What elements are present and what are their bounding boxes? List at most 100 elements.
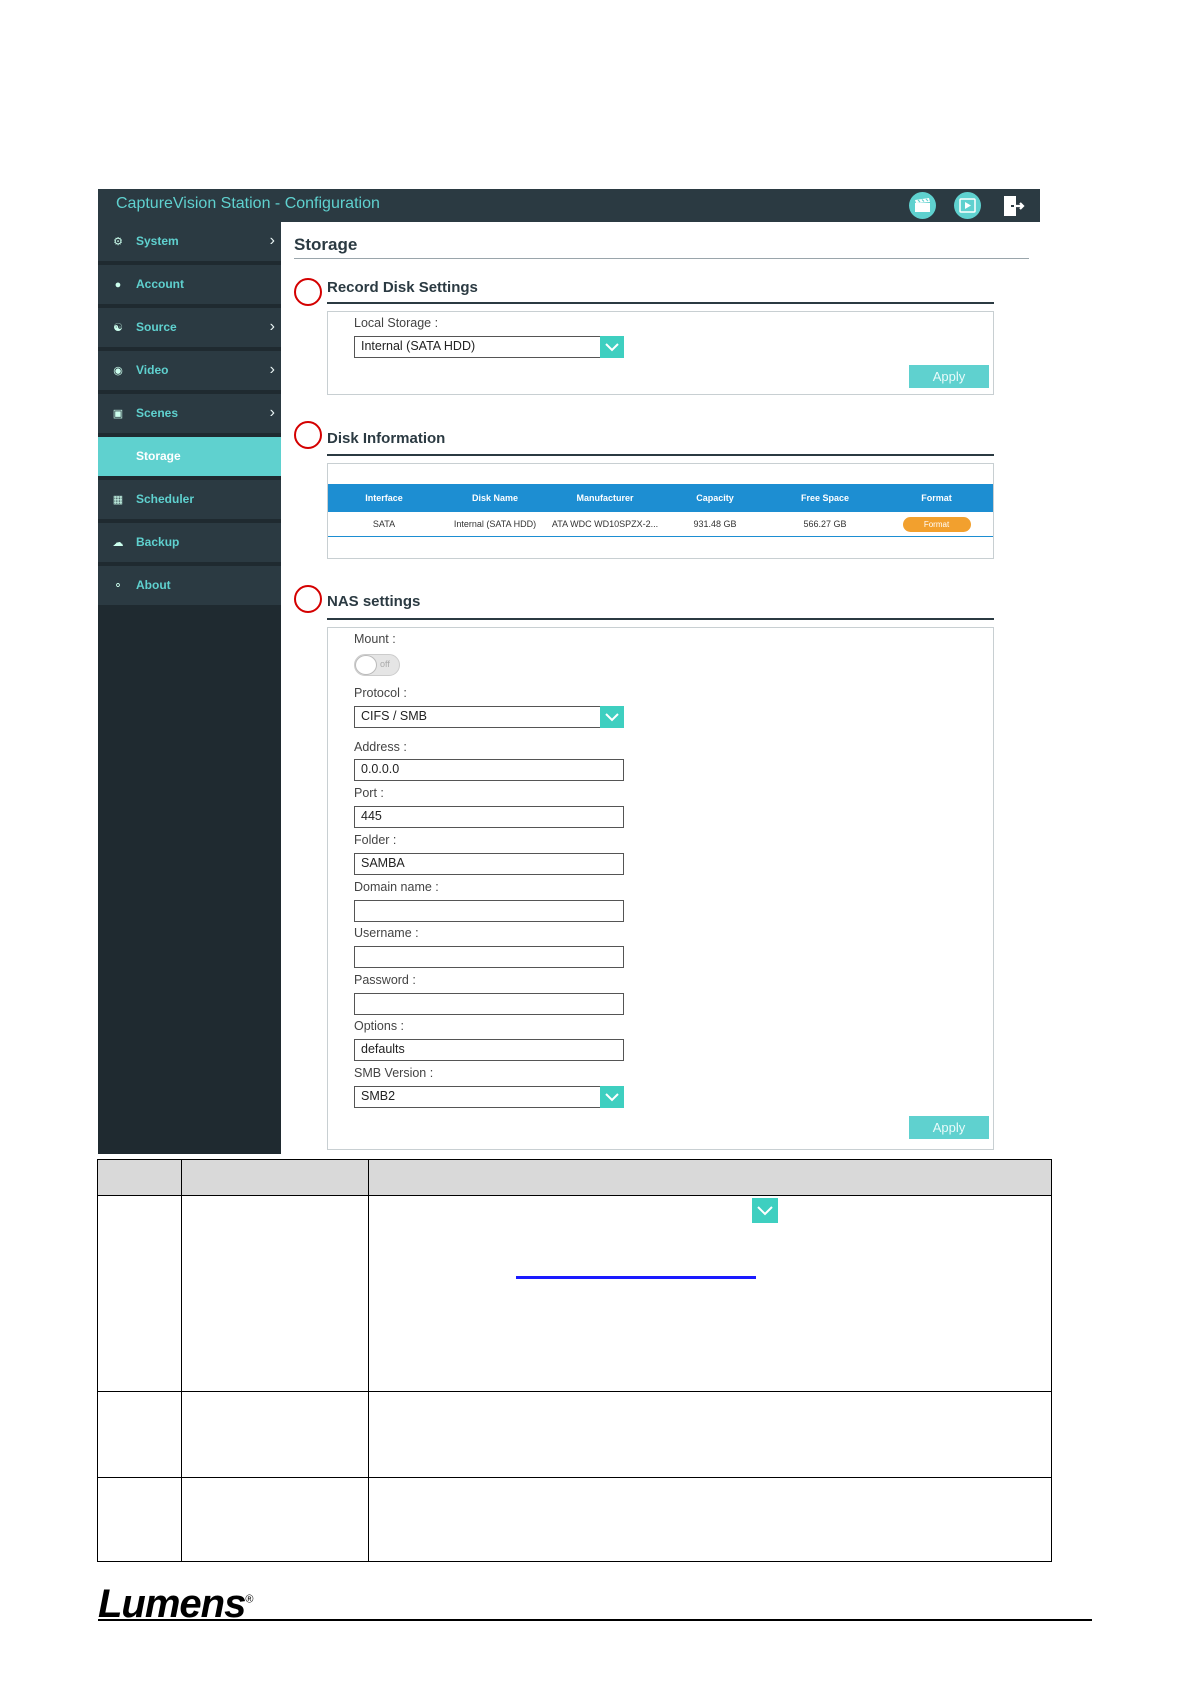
- column-header: Manufacturer: [550, 484, 660, 512]
- smb-version-value: SMB2: [361, 1089, 396, 1103]
- app-title: CaptureVision Station - Configuration: [116, 195, 380, 212]
- folder-input[interactable]: SAMBA: [354, 853, 624, 875]
- format-button[interactable]: Format: [902, 516, 971, 532]
- table-header-row: Interface Disk Name Manufacturer Capacit…: [328, 484, 993, 512]
- column-header: Free Space: [770, 484, 880, 512]
- toggle-knob: [355, 655, 377, 675]
- table-header-row: [98, 1160, 1051, 1196]
- table-row: SATA Internal (SATA HDD) ATA WDC WD10SPZ…: [328, 512, 993, 537]
- gear-icon: ⚙: [113, 236, 123, 248]
- link-underline[interactable]: [516, 1276, 756, 1279]
- chevron-down-icon[interactable]: [600, 706, 624, 728]
- address-label: Address :: [354, 740, 407, 754]
- clapperboard-icon[interactable]: [909, 192, 936, 219]
- chat-icon: ⚬: [113, 580, 123, 592]
- app-window: CaptureVision Station - Configuration ⚙ …: [98, 189, 1040, 1154]
- sidebar-item-storage[interactable]: Storage: [98, 437, 281, 478]
- local-storage-select[interactable]: Internal (SATA HDD): [354, 336, 624, 358]
- row-divider: [98, 1477, 1051, 1478]
- chevron-right-icon: ›: [269, 232, 275, 249]
- disk-information-panel: Interface Disk Name Manufacturer Capacit…: [327, 463, 994, 559]
- section-divider: [327, 302, 994, 304]
- password-input[interactable]: [354, 993, 624, 1015]
- protocol-select[interactable]: CIFS / SMB: [354, 706, 624, 728]
- section-divider: [327, 618, 994, 620]
- sidebar-item-label: About: [136, 578, 171, 592]
- layout-icon: ▣: [112, 408, 124, 420]
- record-icon: ◉: [113, 365, 123, 377]
- sidebar-item-label: Source: [136, 320, 177, 334]
- options-input[interactable]: defaults: [354, 1039, 624, 1061]
- record-disk-heading: Record Disk Settings: [327, 279, 478, 296]
- sidebar-item-backup[interactable]: ☁ Backup: [98, 523, 281, 564]
- disk-information-heading: Disk Information: [327, 430, 446, 447]
- protocol-label: Protocol :: [354, 686, 407, 700]
- footer-rule: [98, 1619, 1092, 1621]
- mount-toggle[interactable]: off: [354, 654, 400, 676]
- record-disk-panel: Local Storage : Internal (SATA HDD) Appl…: [327, 311, 994, 395]
- domain-name-label: Domain name :: [354, 880, 439, 894]
- domain-name-input[interactable]: [354, 900, 624, 922]
- logout-icon[interactable]: [1001, 194, 1025, 218]
- disk-table: Interface Disk Name Manufacturer Capacit…: [328, 484, 993, 537]
- username-input[interactable]: [354, 946, 624, 968]
- chevron-down-icon[interactable]: [600, 336, 624, 358]
- sidebar-item-label: Account: [136, 277, 184, 291]
- record-disk-apply-button[interactable]: Apply: [909, 365, 989, 388]
- column-header: Interface: [328, 484, 440, 512]
- callout-marker-3: [294, 585, 322, 613]
- sidebar-item-about[interactable]: ⚬ About: [98, 566, 281, 607]
- column-divider: [368, 1160, 369, 1561]
- sidebar-item-scenes[interactable]: ▣ Scenes ›: [98, 394, 281, 435]
- format-cell: Format: [880, 512, 993, 537]
- registered-mark: ®: [245, 1593, 253, 1606]
- title-bar: CaptureVision Station - Configuration: [98, 189, 1040, 222]
- port-label: Port :: [354, 786, 384, 800]
- sidebar-item-video[interactable]: ◉ Video ›: [98, 351, 281, 392]
- address-input[interactable]: 0.0.0.0: [354, 759, 624, 781]
- sidebar-item-source[interactable]: ☯ Source ›: [98, 308, 281, 349]
- sidebar-item-label: Scenes: [136, 406, 179, 420]
- nas-apply-button[interactable]: Apply: [909, 1116, 989, 1139]
- network-icon: ☯: [113, 322, 123, 334]
- toggle-state: off: [380, 659, 390, 669]
- nas-settings-heading: NAS settings: [327, 593, 421, 610]
- chevron-right-icon: ›: [269, 361, 275, 378]
- callout-marker-2: [294, 421, 322, 449]
- column-header: Format: [880, 484, 993, 512]
- sidebar-item-account[interactable]: ● Account: [98, 265, 281, 306]
- nas-settings-panel: Mount : off Protocol : CIFS / SMB Addres…: [327, 627, 994, 1150]
- password-label: Password :: [354, 973, 416, 987]
- column-header: Disk Name: [440, 484, 550, 512]
- page-title: Storage: [294, 235, 358, 254]
- cloud-upload-icon: ☁: [112, 537, 124, 549]
- sidebar-item-label: Backup: [136, 535, 180, 549]
- free-space-cell: 566.27 GB: [770, 512, 880, 537]
- options-label: Options :: [354, 1019, 405, 1033]
- main-content: Storage Record Disk Settings Local Stora…: [281, 222, 1040, 1154]
- local-storage-value: Internal (SATA HDD): [361, 339, 476, 353]
- sidebar-item-system[interactable]: ⚙ System ›: [98, 222, 281, 263]
- smb-version-label: SMB Version :: [354, 1066, 434, 1080]
- sidebar-item-scheduler[interactable]: ▦ Scheduler: [98, 480, 281, 521]
- port-input[interactable]: 445: [354, 806, 624, 828]
- manufacturer-cell: ATA WDC WD10SPZX-2...: [550, 512, 660, 537]
- sidebar-item-label: Video: [136, 363, 169, 377]
- callout-marker-1: [294, 278, 322, 306]
- interface-cell: SATA: [328, 512, 440, 537]
- local-storage-label: Local Storage :: [354, 316, 439, 330]
- sidebar-item-label: Scheduler: [136, 492, 195, 506]
- sidebar-item-label: System: [136, 234, 179, 248]
- sidebar-item-label: Storage: [136, 449, 181, 463]
- section-divider: [327, 454, 994, 456]
- chevron-down-icon[interactable]: [600, 1086, 624, 1108]
- calendar-icon: ▦: [112, 494, 124, 506]
- column-divider: [181, 1160, 182, 1561]
- play-icon[interactable]: [954, 192, 981, 219]
- smb-version-select[interactable]: SMB2: [354, 1086, 624, 1108]
- description-table: [97, 1159, 1052, 1562]
- protocol-value: CIFS / SMB: [361, 709, 427, 723]
- capacity-cell: 931.48 GB: [660, 512, 770, 537]
- column-header: Capacity: [660, 484, 770, 512]
- chevron-right-icon: ›: [269, 404, 275, 421]
